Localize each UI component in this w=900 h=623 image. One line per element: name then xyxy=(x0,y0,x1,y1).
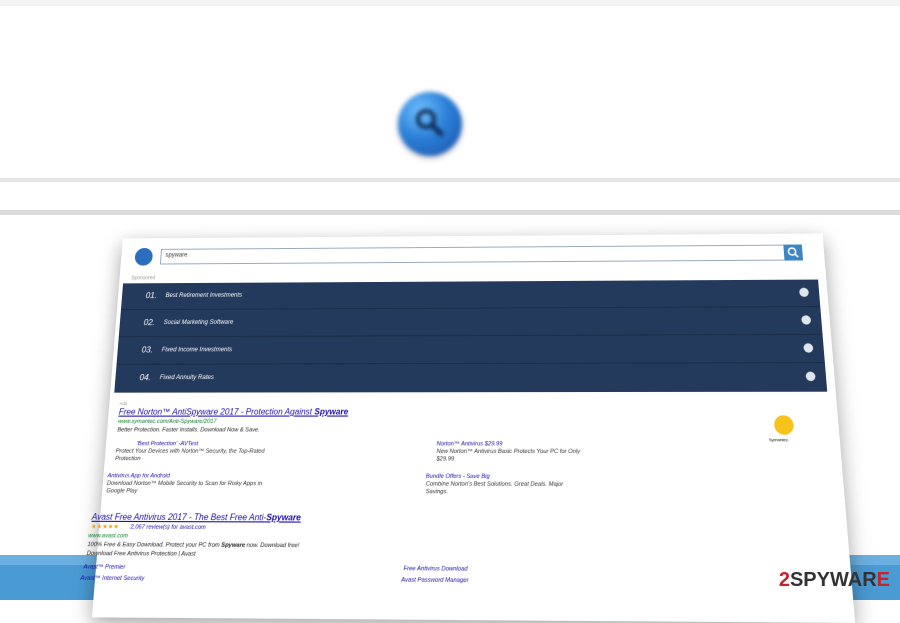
checkmark-icon xyxy=(773,415,795,435)
rating-stars: ★★★★★ xyxy=(90,524,120,531)
sitelink-description: Combine Norton's Best Solutions. Great D… xyxy=(425,481,564,496)
watermark-digit: 2 xyxy=(778,569,790,591)
nav-item[interactable]: 04. Fixed Annuity Rates xyxy=(114,363,827,392)
sitelink[interactable]: Bundle Offers - Save Big xyxy=(426,474,490,481)
nav-item-label: Fixed Income Investments xyxy=(161,347,233,354)
divider xyxy=(0,178,900,182)
sitelink[interactable]: Norton™ Antivirus $29.99 xyxy=(437,441,503,448)
watermark-logo: 2SPYWARE xyxy=(779,569,890,592)
sitelink[interactable]: Avast™ Internet Security xyxy=(80,575,144,582)
symantec-logo: Symantec. xyxy=(767,415,801,448)
sponsored-nav: 01. Best Retirement Investments 02. Soci… xyxy=(114,279,828,393)
sitelink[interactable]: Avast Password Manager xyxy=(401,577,469,584)
ads-label: Ads xyxy=(119,400,128,407)
sitelink-description: Download Norton™ Mobile Security to Scan… xyxy=(106,480,263,495)
search-input[interactable]: spyware xyxy=(159,244,786,265)
search-button[interactable] xyxy=(783,244,804,261)
ad-title-text: Avast Free Antivirus 2017 - The Best Fre… xyxy=(91,511,267,523)
divider xyxy=(0,210,900,215)
ad-title-link[interactable]: Avast Free Antivirus 2017 - The Best Fre… xyxy=(91,512,301,523)
sponsored-label: Sponsored xyxy=(131,275,156,282)
search-input-value: spyware xyxy=(165,252,188,259)
ad-title-text: Free Norton™ AntiSpyware 2017 - Protecti… xyxy=(118,407,315,417)
symantec-logo-text: Symantec. xyxy=(768,436,790,443)
watermark-letter: E xyxy=(876,569,890,591)
ad-title-link[interactable]: Free Norton™ AntiSpyware 2017 - Protecti… xyxy=(118,407,348,417)
sitelink-description: New Norton™ Antivirus Basic Protects You… xyxy=(436,448,581,463)
nav-item-number: 04. xyxy=(139,372,152,383)
ad-url: www.symantec.com/Anti-Spyware/2017 xyxy=(117,418,217,426)
review-count-link[interactable]: 2,067 review(s) for avast.com xyxy=(130,524,206,531)
sitelink[interactable]: Antivirus App for Android xyxy=(107,473,170,480)
ad-description-text: 100% Free & Easy Download. Protect your … xyxy=(87,541,222,550)
search-icon xyxy=(783,245,803,261)
search-logo-small-icon xyxy=(134,247,154,266)
ad-url: www.avast.com xyxy=(87,532,129,540)
ad-results: Ads Free Norton™ AntiSpyware 2017 - Prot… xyxy=(80,400,826,584)
chevron-right-icon xyxy=(805,371,816,382)
hero-area xyxy=(0,6,900,182)
nav-item-number: 03. xyxy=(141,345,154,355)
nav-item-number: 02. xyxy=(143,318,156,328)
nav-item[interactable]: 02. Social Marketing Software xyxy=(118,307,823,338)
nav-item[interactable]: 01. Best Retirement Investments xyxy=(120,279,821,311)
search-results-screenshot: spyware Sponsored 01. Best Retirement In… xyxy=(80,233,856,623)
sitelink-description: Protect Your Devices with Norton™ Securi… xyxy=(114,448,265,463)
watermark-text: SPYWAR xyxy=(789,569,877,591)
ad-description-text: now. Download free! xyxy=(244,542,300,550)
chevron-right-icon xyxy=(798,287,810,297)
sitelink[interactable]: 'Best Protection' -AVTest xyxy=(136,441,198,447)
ad-description: 100% Free & Easy Download. Protect your … xyxy=(87,542,299,550)
nav-item-number: 01. xyxy=(145,291,158,301)
ad-title-keyword: Spyware xyxy=(314,407,349,417)
nav-item-label: Best Retirement Investments xyxy=(165,292,243,300)
sitelink[interactable]: Free Antivirus Download xyxy=(403,566,467,573)
search-logo-icon xyxy=(398,92,462,156)
ad-title-keyword: Spyware xyxy=(266,512,302,523)
chevron-right-icon xyxy=(801,315,812,325)
nav-item-label: Fixed Annuity Rates xyxy=(159,374,214,382)
sitelink[interactable]: Avast™ Premier xyxy=(83,564,125,571)
ad-description: Download Free Antivirus Protection | Ava… xyxy=(86,550,196,558)
chevron-right-icon xyxy=(803,343,814,353)
ad-description-keyword: Spyware xyxy=(221,542,246,550)
ad-description: Better Protection. Faster Installs. Down… xyxy=(117,427,260,434)
nav-item[interactable]: 03. Fixed Income Investments xyxy=(116,334,825,365)
nav-item-label: Social Marketing Software xyxy=(163,319,234,327)
